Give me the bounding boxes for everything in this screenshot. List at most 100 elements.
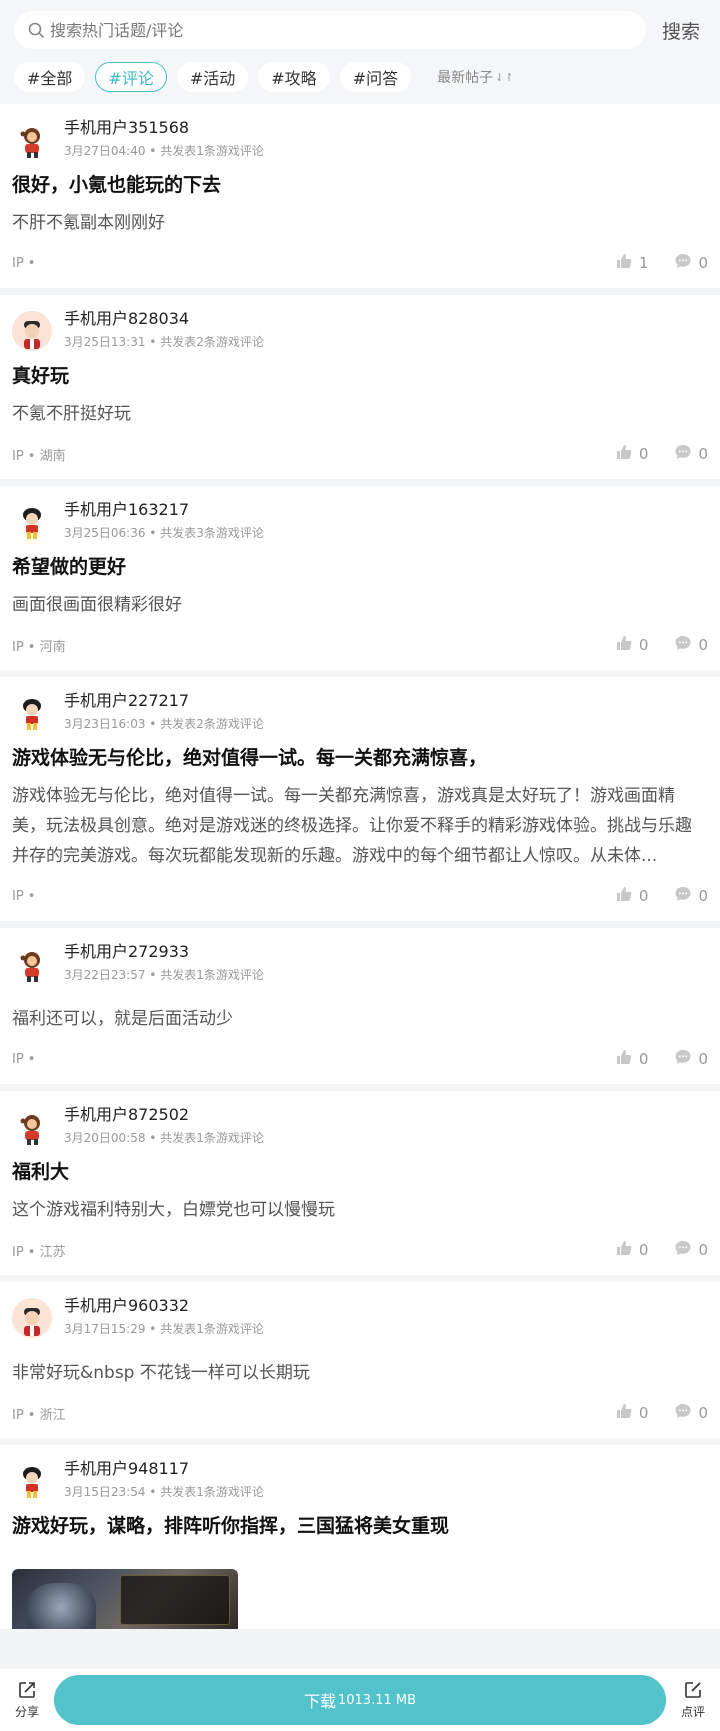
like-button[interactable]: 0 [615, 1048, 648, 1070]
post-image[interactable] [12, 1569, 238, 1629]
comment-icon [674, 252, 698, 274]
comment-button[interactable]: 0 [674, 443, 708, 465]
like-count: 0 [638, 887, 649, 905]
post-actions: 00 [589, 443, 708, 465]
comment-button[interactable]: 0 [674, 885, 708, 907]
thumbs-up-icon [615, 1402, 639, 1424]
share-button[interactable]: 分享 [10, 1680, 44, 1720]
download-size: 1013.11 MB [337, 1692, 417, 1708]
username[interactable]: 手机用户872502 [64, 1104, 264, 1126]
like-button[interactable]: 1 [615, 252, 648, 274]
search-box[interactable] [14, 11, 646, 49]
review-button[interactable]: 点评 [676, 1680, 710, 1720]
filter-tag-all[interactable]: #全部 [14, 62, 86, 92]
ip-location: IP • [12, 255, 36, 271]
comment-button[interactable]: 0 [674, 1048, 708, 1070]
post-meta: 3月25日13:31 • 共发表2条游戏评论 [64, 335, 264, 349]
bottom-bar: 分享 下载 1013.11 MB 点评 [0, 1669, 720, 1731]
avatar[interactable] [12, 693, 52, 733]
post-actions: 00 [589, 885, 708, 907]
ip-location: IP • 湖南 [12, 448, 66, 464]
post-body: 福利还可以，就是后面活动少 [12, 1009, 233, 1029]
thumbs-up-icon [615, 634, 639, 656]
sort-label: 最新帖子 [437, 70, 494, 86]
comment-button[interactable]: 0 [674, 252, 708, 274]
comment-button[interactable]: 0 [674, 1402, 708, 1424]
avatar[interactable] [12, 120, 52, 160]
post-list: 手机用户351568 3月27日04:40 • 共发表1条游戏评论 很好，小氪也能玩… [0, 104, 720, 1629]
like-button[interactable]: 0 [615, 634, 648, 656]
comment-icon [674, 1402, 698, 1424]
username[interactable]: 手机用户272933 [64, 941, 264, 963]
username[interactable]: 手机用户351568 [64, 117, 264, 139]
search-row: 搜索 [14, 10, 706, 50]
post-body: 不肝不氪副本刚刚好 [12, 213, 165, 233]
avatar[interactable] [12, 944, 52, 984]
search-input[interactable] [50, 20, 632, 40]
comment-icon [674, 885, 698, 907]
avatar[interactable] [12, 502, 52, 542]
thumbs-up-icon [615, 1048, 639, 1070]
avatar[interactable] [12, 1461, 52, 1501]
avatar[interactable] [12, 1107, 52, 1147]
post-title: 福利大 [12, 1161, 70, 1183]
share-icon [17, 1680, 37, 1703]
post-footer: IP • 浙江 0 0 [12, 1388, 708, 1438]
like-button[interactable]: 0 [615, 885, 649, 907]
post-card[interactable]: 手机用户227217 3月23日16:03 • 共发表2条游戏评论游戏体验无与伦比… [0, 677, 720, 921]
post-card[interactable]: 手机用户163217 3月25日06:36 • 共发表3条游戏评论 希望做的更好 画面… [0, 486, 720, 670]
post-actions: 00 [589, 1402, 708, 1424]
like-button[interactable]: 0 [615, 1239, 648, 1261]
comment-count: 0 [698, 1241, 708, 1259]
post-meta: 3月15日23:54 • 共发表1条游戏评论 [64, 1485, 264, 1499]
comment-button[interactable]: 0 [674, 634, 708, 656]
post-card[interactable]: 手机用户272933 3月22日23:57 • 共发表1条游戏评论福利还可以，就是… [0, 928, 720, 1084]
edit-icon [683, 1680, 703, 1703]
user-info: 手机用户828034 3月25日13:31 • 共发表2条游戏评论 [64, 305, 264, 351]
post-footer: IP • 0 0 [12, 1034, 708, 1084]
comment-count: 0 [698, 445, 708, 463]
post-actions: 00 [589, 1239, 708, 1261]
avatar[interactable] [12, 311, 52, 351]
username[interactable]: 手机用户163217 [64, 499, 264, 521]
username[interactable]: 手机用户828034 [64, 308, 264, 330]
user-info: 手机用户227217 3月23日16:03 • 共发表2条游戏评论 [64, 687, 264, 733]
avatar[interactable] [12, 1298, 52, 1338]
header: 搜索 #全部 #评论 #活动 #攻略 #问答 最新帖子 ⇃↾ [0, 0, 720, 104]
post-title: 很好，小氪也能玩的下去 [12, 174, 222, 196]
post-card[interactable]: 手机用户872502 3月20日00:58 • 共发表1条游戏评论 福利大 这个游戏福… [0, 1091, 720, 1275]
filter-tag-reviews[interactable]: #评论 [95, 62, 167, 92]
post-meta: 3月17日15:29 • 共发表1条游戏评论 [64, 1322, 264, 1336]
thumbs-up-icon [615, 1239, 639, 1261]
filter-tag-qa[interactable]: #问答 [339, 62, 412, 92]
like-button[interactable]: 0 [615, 443, 648, 465]
like-button[interactable]: 0 [615, 1402, 648, 1424]
comment-count: 0 [698, 887, 708, 905]
post-card[interactable]: 手机用户960332 3月17日15:29 • 共发表1条游戏评论 非常好玩&nbs… [0, 1282, 720, 1438]
post-header: 手机用户948117 3月15日23:54 • 共发表1条游戏评论 [12, 1455, 708, 1511]
post-body: 游戏体验无与伦比，绝对值得一试。每一关都充满惊喜，游戏真是太好玩了！游戏画面精美… [12, 786, 692, 866]
username[interactable]: 手机用户960332 [64, 1295, 264, 1317]
sort-dropdown[interactable]: 最新帖子 ⇃↾ [437, 67, 513, 87]
username[interactable]: 手机用户227217 [64, 690, 264, 712]
post-card[interactable]: 手机用户948117 3月15日23:54 • 共发表1条游戏评论 游戏好玩，谋略，… [0, 1445, 720, 1629]
filter-tag-events[interactable]: #活动 [176, 62, 249, 92]
post-card[interactable]: 手机用户351568 3月27日04:40 • 共发表1条游戏评论 很好，小氪也能玩… [0, 104, 720, 288]
post-header: 手机用户828034 3月25日13:31 • 共发表2条游戏评论 [12, 305, 708, 361]
username[interactable]: 手机用户948117 [64, 1458, 264, 1480]
download-button[interactable]: 下载 1013.11 MB [54, 1675, 666, 1725]
thumbs-up-icon [615, 885, 639, 907]
search-button[interactable]: 搜索 [656, 17, 706, 44]
comment-count: 0 [698, 1050, 708, 1068]
post-card[interactable]: 手机用户828034 3月25日13:31 • 共发表2条游戏评论 真好玩 不氪不肝挺… [0, 295, 720, 479]
post-header: 手机用户960332 3月17日15:29 • 共发表1条游戏评论 [12, 1292, 708, 1348]
ip-location: IP • 浙江 [12, 1407, 66, 1423]
post-footer: IP • 1 0 [12, 238, 708, 288]
post-footer: IP • 湖南 0 0 [12, 429, 708, 479]
filter-tag-guides[interactable]: #攻略 [258, 62, 330, 92]
thumbs-up-icon [615, 252, 639, 274]
comment-button[interactable]: 0 [674, 1239, 708, 1261]
user-info: 手机用户960332 3月17日15:29 • 共发表1条游戏评论 [64, 1292, 264, 1338]
post-title: 游戏体验无与伦比，绝对值得一试。每一关都充满惊喜， [12, 747, 488, 769]
user-info: 手机用户272933 3月22日23:57 • 共发表1条游戏评论 [64, 938, 264, 984]
